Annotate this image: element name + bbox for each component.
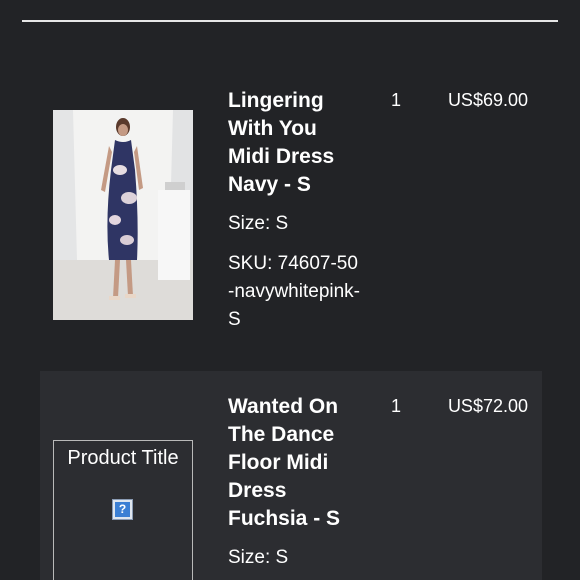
product-price: US$72.00 — [447, 396, 528, 416]
product-title[interactable]: Wanted On The Dance Floor Midi Dress Fuc… — [228, 393, 358, 533]
top-divider — [22, 20, 558, 22]
product-quantity: 1 — [391, 396, 402, 416]
cart-line-item: Lingering With You Midi Dress Navy - S S… — [0, 70, 580, 370]
product-image[interactable] — [53, 110, 193, 320]
product-sku: SKU: 74607-50-navywhitepink-S — [228, 253, 360, 330]
product-image-placeholder[interactable]: Product Title ? — [53, 440, 193, 580]
image-alt-text: Product Title — [67, 447, 179, 469]
dress-photo — [53, 110, 193, 320]
product-title[interactable]: Lingering With You Midi Dress Navy - S — [228, 87, 358, 199]
cart-line-item: Product Title ? Wanted On The Dance Floo… — [40, 371, 542, 580]
product-quantity: 1 — [391, 90, 402, 110]
broken-image-icon: ? — [112, 499, 133, 520]
product-size: Size: S — [228, 547, 289, 568]
product-price: US$69.00 — [447, 90, 528, 110]
product-size: Size: S — [228, 213, 289, 234]
cart-summary: Lingering With You Midi Dress Navy - S S… — [0, 0, 580, 580]
